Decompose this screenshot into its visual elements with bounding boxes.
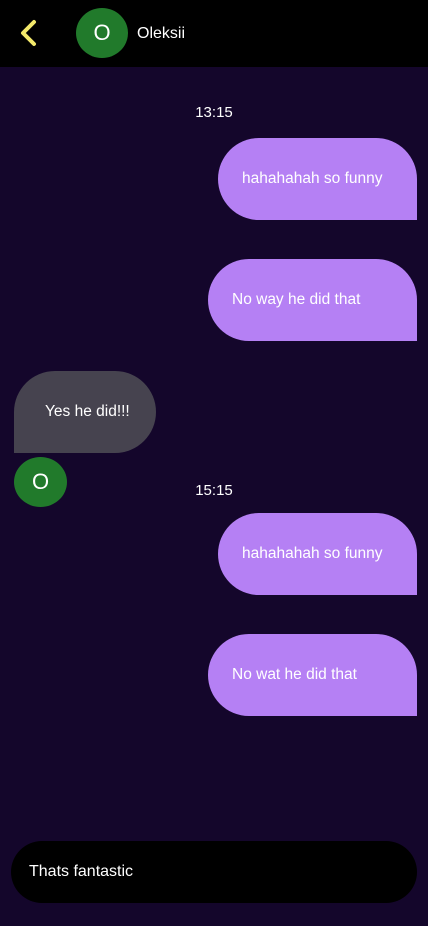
outgoing-message[interactable]: No wat he did that — [208, 634, 417, 716]
message-text: hahahahah so funny — [242, 545, 383, 562]
outgoing-message[interactable]: hahahahah so funny — [218, 138, 417, 220]
contact-avatar-initial: O — [93, 20, 111, 45]
chat-header: O Oleksii — [0, 0, 428, 67]
message-text: hahahahah so funny — [242, 170, 383, 187]
contact-avatar[interactable]: O — [76, 8, 128, 58]
message-input[interactable] — [29, 863, 399, 881]
contact-name[interactable]: Oleksii — [137, 24, 185, 44]
chevron-left-icon — [21, 20, 36, 46]
timestamp: 15:15 — [195, 482, 233, 499]
message-text: No wat he did that — [232, 666, 357, 683]
back-button[interactable] — [14, 16, 44, 50]
outgoing-message[interactable]: hahahahah so funny — [218, 513, 417, 595]
message-text: No way he did that — [232, 291, 361, 308]
message-composer — [11, 841, 417, 903]
outgoing-message[interactable]: No way he did that — [208, 259, 417, 341]
message-text: Yes he did!!! — [45, 403, 130, 420]
incoming-message[interactable]: Yes he did!!! — [14, 371, 156, 453]
timestamp: 13:15 — [195, 104, 233, 121]
